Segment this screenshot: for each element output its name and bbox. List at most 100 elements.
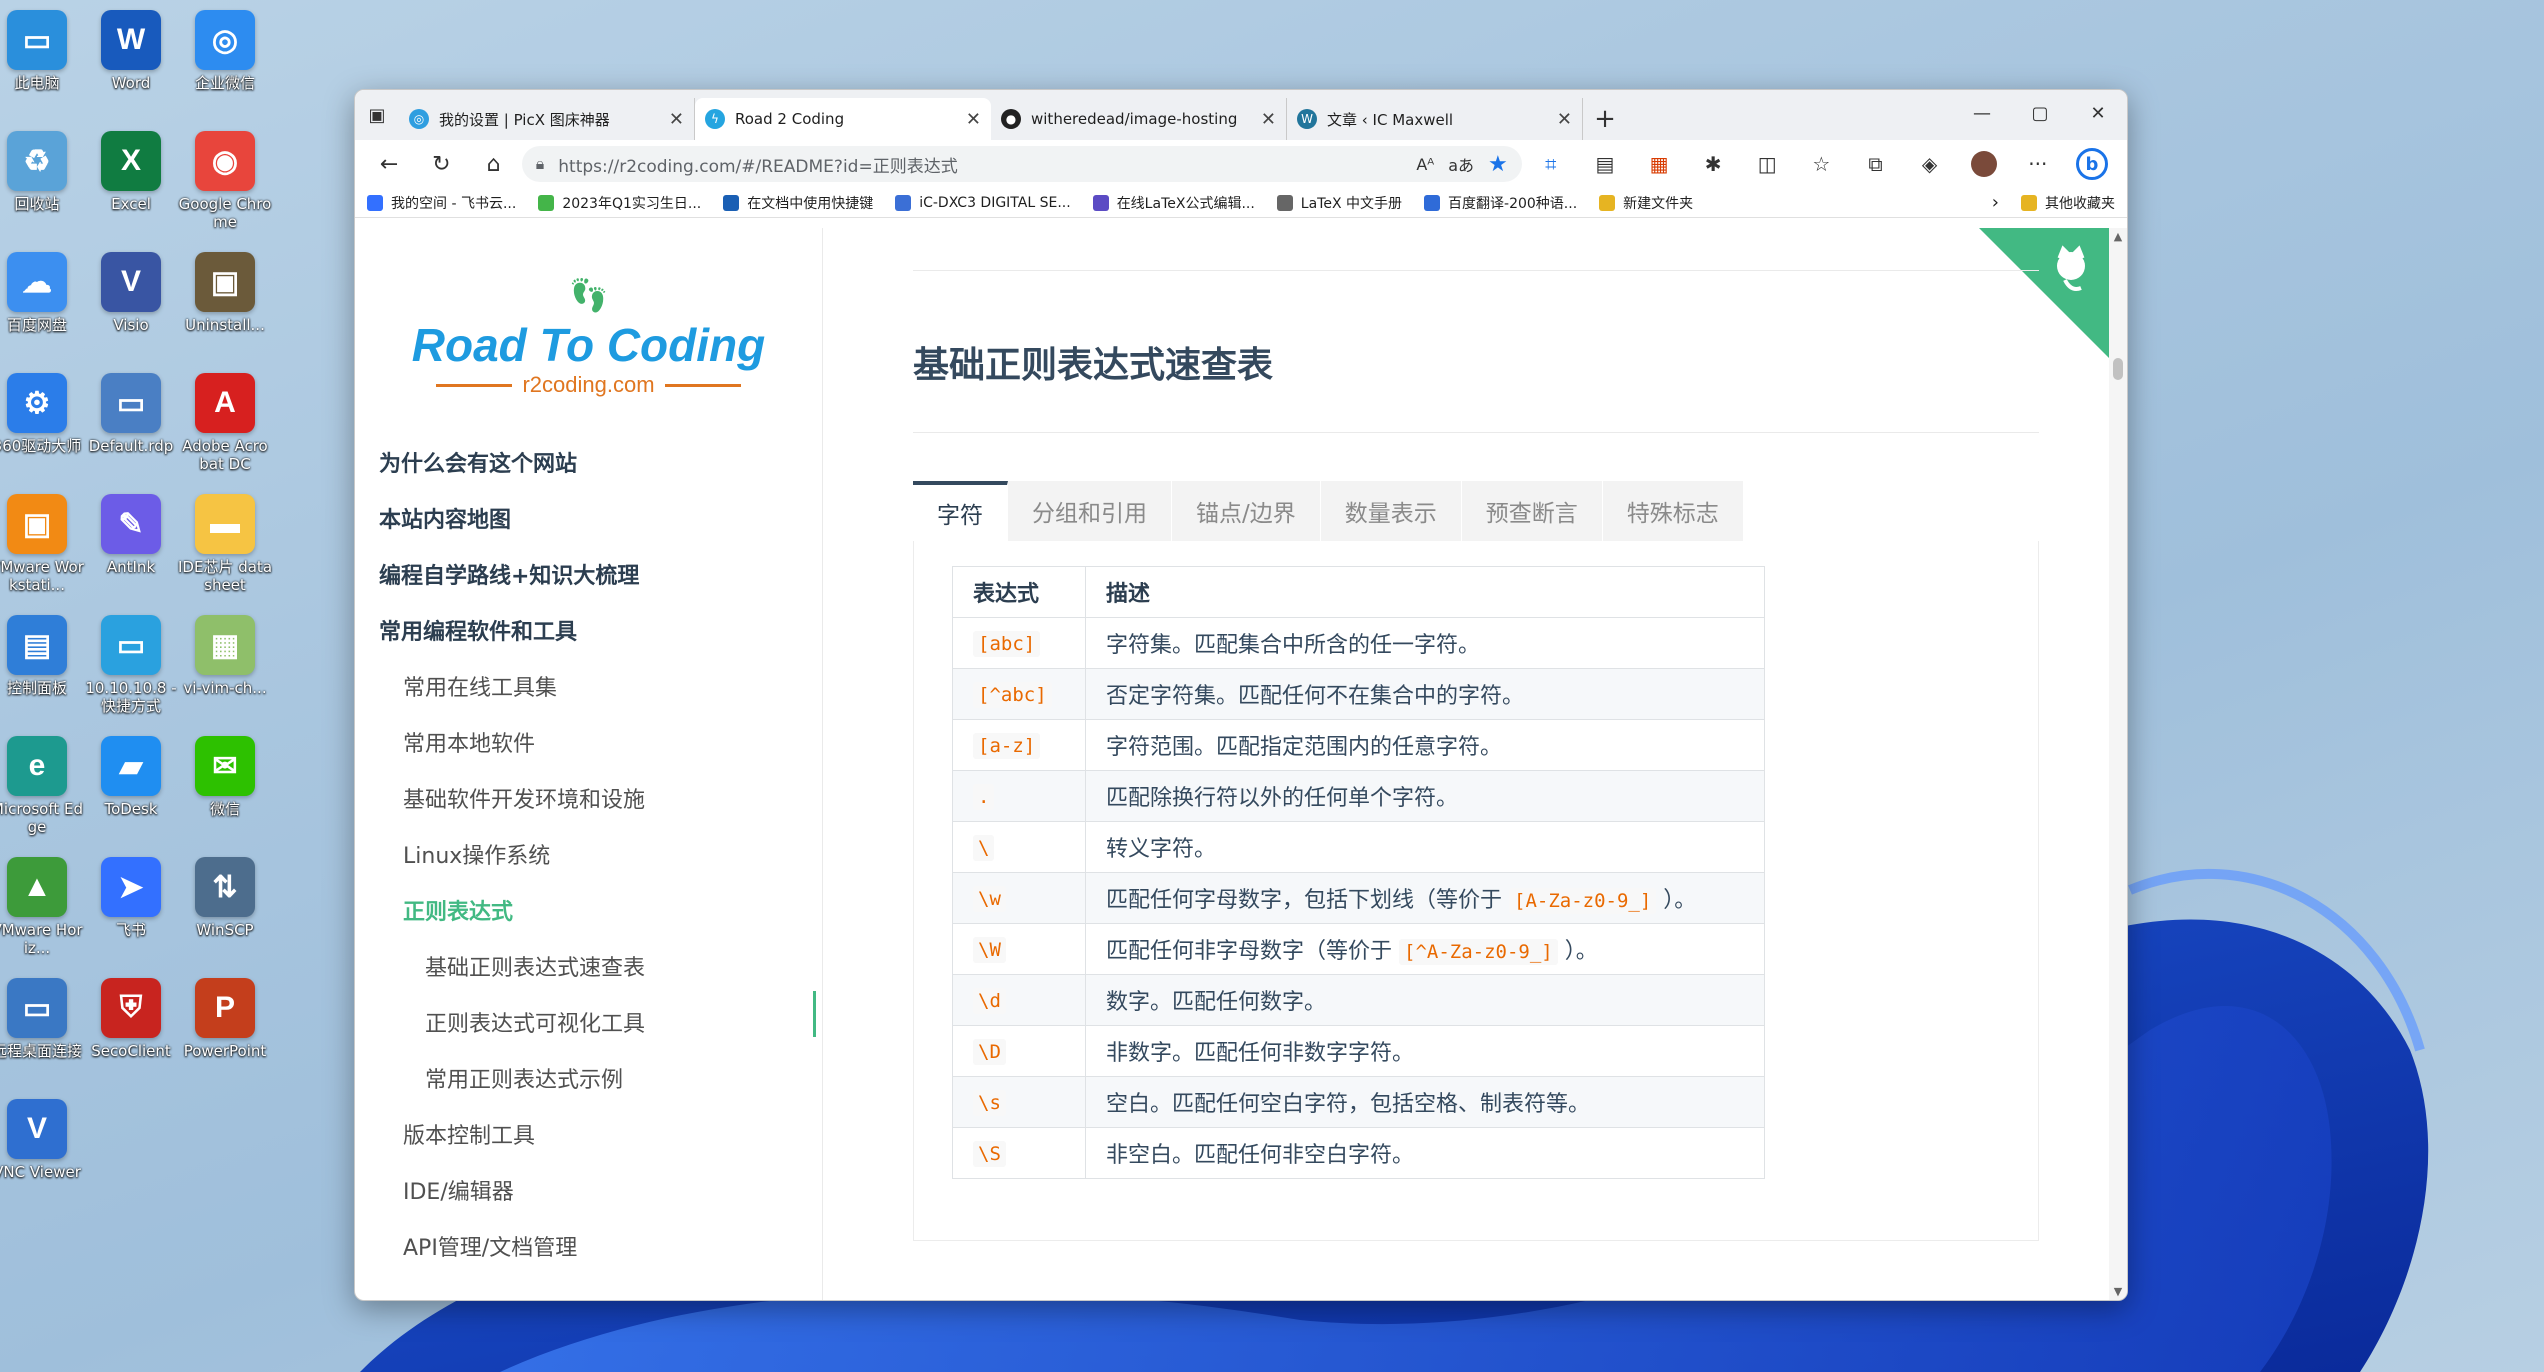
chevron-right-icon[interactable]: › <box>1992 192 1999 213</box>
content-tab[interactable]: 字符 <box>913 481 1008 541</box>
read-aloud-icon[interactable]: Aᴬ <box>1416 155 1434 174</box>
desktop-icon[interactable]: ⇅ WinSCP <box>178 857 272 939</box>
desktop-icon[interactable]: W Word <box>84 10 178 92</box>
maximize-icon[interactable]: ▢ <box>2011 90 2069 136</box>
scroll-thumb[interactable] <box>2113 358 2123 380</box>
scroll-up-icon[interactable]: ▲ <box>2109 230 2127 243</box>
close-tab-icon[interactable]: ✕ <box>1557 109 1572 130</box>
minimize-icon[interactable]: — <box>1953 90 2011 136</box>
sidebar-nav-item[interactable]: 版本控制工具 <box>355 1106 822 1162</box>
close-window-icon[interactable]: ✕ <box>2069 90 2127 136</box>
content-tab[interactable]: 数量表示 <box>1320 481 1462 541</box>
desktop-icon[interactable]: ♻ 回收站 <box>0 131 84 213</box>
favorites-icon[interactable]: ☆ <box>1796 144 1846 184</box>
desktop-icon[interactable]: ◎ 企业微信 <box>178 10 272 92</box>
sidebar-nav-item[interactable]: API管理/文档管理 <box>355 1218 822 1274</box>
desktop-icon[interactable]: A Adobe Acrobat DC <box>178 373 272 473</box>
bookmark-item[interactable]: 我的空间 - 飞书云... <box>367 193 516 213</box>
performance-icon[interactable]: ◈ <box>1905 144 1955 184</box>
content-tab[interactable]: 分组和引用 <box>1008 481 1172 541</box>
desktop-icon[interactable]: ◉ Google Chrome <box>178 131 272 231</box>
bookmark-item[interactable]: 2023年Q1实习生日... <box>538 193 701 213</box>
desktop-icon[interactable]: ▲ VMware Horiz... <box>0 857 84 957</box>
more-menu-icon[interactable]: ··· <box>2013 144 2063 184</box>
scroll-down-icon[interactable]: ▼ <box>2109 1285 2127 1298</box>
sidebar-nav-item[interactable]: 本站内容地图 <box>355 490 822 546</box>
profile-avatar[interactable] <box>1959 144 2009 184</box>
home-icon[interactable]: ⌂ <box>470 144 518 184</box>
content-tab[interactable]: 特殊标志 <box>1602 481 1744 541</box>
site-logo[interactable]: 👣︎ Road To Coding r2coding.com <box>355 276 822 398</box>
collections-icon[interactable]: ⧉ <box>1850 144 1900 184</box>
sidebar-nav-item[interactable]: 常用正则表达式示例 <box>355 1050 822 1106</box>
bookmark-item[interactable]: 在线LaTeX公式编辑... <box>1092 193 1255 213</box>
desktop-icon[interactable]: ▭ 远程桌面连接 <box>0 978 84 1060</box>
desktop-icon[interactable]: ▰ ToDesk <box>84 736 178 818</box>
desktop-icon[interactable]: ▭ 10.10.10.8 - 快捷方式 <box>84 615 178 715</box>
desktop-icon[interactable]: ▤ 控制面板 <box>0 615 84 697</box>
scrollbar[interactable]: ▲ ▼ <box>2109 228 2127 1300</box>
desktop-icon[interactable]: ▣ Uninstall... <box>178 252 272 334</box>
desktop-icon[interactable]: ☁ 百度网盘 <box>0 252 84 334</box>
browser-tab[interactable]: W 文章 ‹ IC Maxwell ✕ <box>1287 98 1583 140</box>
bookmark-item[interactable]: LaTeX 中文手册 <box>1276 193 1402 213</box>
sidebar-nav-item[interactable]: 常用本地软件 <box>355 714 822 770</box>
sidebar-nav-item[interactable]: 基础正则表达式速查表 <box>355 938 822 994</box>
office-apps-icon[interactable]: ▦ <box>1634 144 1684 184</box>
sidebar-nav-item[interactable]: 基础软件开发环境和设施 <box>355 770 822 826</box>
desktop-icon[interactable]: V VNC Viewer <box>0 1099 84 1181</box>
address-bar[interactable]: 🔒︎ https://r2coding.com/#/README?id=正则表达… <box>521 146 1522 182</box>
browser-tab[interactable]: ◎ 我的设置 | PicX 图床神器 ✕ <box>399 98 695 140</box>
extensions-icon[interactable]: ✱ <box>1688 144 1738 184</box>
close-tab-icon[interactable]: ✕ <box>966 109 981 130</box>
content-tab[interactable]: 锚点/边界 <box>1172 481 1321 541</box>
desktop-icon[interactable]: P PowerPoint <box>178 978 272 1060</box>
desktop-icon[interactable]: ➤ 飞书 <box>84 857 178 939</box>
desktop-icon[interactable]: ⚙ 360驱动大师 <box>0 373 84 455</box>
desktop-icon[interactable]: ▣ VMware Workstati... <box>0 494 84 594</box>
browser-tab[interactable]: ϟ Road 2 Coding ✕ <box>695 98 991 140</box>
bookmark-item[interactable]: 在文档中使用快捷键 <box>723 193 873 213</box>
close-tab-icon[interactable]: ✕ <box>1261 109 1276 130</box>
refresh-icon[interactable]: ↻ <box>417 144 465 184</box>
desktop-icon[interactable]: ▬ IDE芯片 datasheet <box>178 494 272 594</box>
desktop-icon[interactable]: ✉ 微信 <box>178 736 272 818</box>
translate-icon[interactable]: aあ <box>1448 152 1474 176</box>
split-screen-icon[interactable]: ◫ <box>1742 144 1792 184</box>
desktop-icon[interactable]: ▦ vi-vim-ch... <box>178 615 272 697</box>
other-bookmarks-folder[interactable]: 其他收藏夹 <box>2021 193 2115 213</box>
regex-code: \ <box>973 834 995 861</box>
browser-tab[interactable]: ● witheredead/image-hosting ✕ <box>991 98 1287 140</box>
content-tab[interactable]: 预查断言 <box>1461 481 1603 541</box>
desktop-icon[interactable]: ▭ 此电脑 <box>0 10 84 92</box>
desktop-icon[interactable]: e Microsoft Edge <box>0 736 84 836</box>
desktop-icon[interactable]: ✎ AntInk <box>84 494 178 576</box>
desktop-icon[interactable]: X Excel <box>84 131 178 213</box>
screenshot-icon[interactable]: ⌗ <box>1526 144 1576 184</box>
sidebar-nav-item[interactable]: 正则表达式可视化工具 <box>355 994 822 1050</box>
sidebar-nav-item[interactable]: Linux操作系统 <box>355 826 822 882</box>
desktop-icon-label: VMware Horiz... <box>0 921 83 957</box>
workspaces-icon[interactable]: ▣ <box>355 90 399 140</box>
close-tab-icon[interactable]: ✕ <box>669 109 684 130</box>
bookmark-item[interactable]: 百度翻译-200种语... <box>1424 193 1577 213</box>
copilot-icon[interactable]: b <box>2067 144 2117 184</box>
sidebar-nav-item[interactable]: IDE/编辑器 <box>355 1162 822 1218</box>
github-corner-icon[interactable] <box>1979 228 2109 358</box>
bookmark-item[interactable]: 新建文件夹 <box>1599 193 1693 213</box>
tab-actions-icon[interactable]: ▤ <box>1580 144 1630 184</box>
lock-icon[interactable]: 🔒︎ <box>536 154 545 174</box>
desktop-icon[interactable]: ⛨ SecoClient <box>84 978 178 1060</box>
bookmark-item[interactable]: iC-DXC3 DIGITAL SE... <box>895 193 1071 213</box>
sidebar-nav-item[interactable]: 编程自学路线+知识大梳理 <box>355 546 822 602</box>
desktop-icon[interactable]: ▭ Default.rdp <box>84 373 178 455</box>
back-icon[interactable]: ← <box>365 144 413 184</box>
sidebar-nav-item[interactable]: 为什么会有这个网站 <box>355 434 822 490</box>
desktop-app-icon: ➤ <box>101 857 161 917</box>
desktop-icon[interactable]: V Visio <box>84 252 178 334</box>
sidebar-nav-item[interactable]: 常用编程软件和工具 <box>355 602 822 658</box>
sidebar-nav-item[interactable]: 正则表达式 <box>355 882 822 938</box>
sidebar-nav-item[interactable]: 常用在线工具集 <box>355 658 822 714</box>
new-tab-button[interactable]: + <box>1583 98 1627 140</box>
favorite-star-icon[interactable]: ★ <box>1488 152 1508 177</box>
